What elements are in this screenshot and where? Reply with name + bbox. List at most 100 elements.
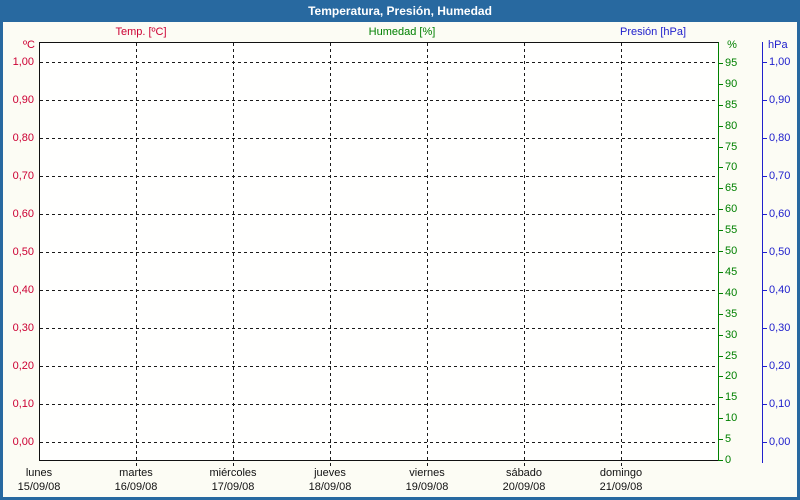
day-label: lunes 15/09/08 — [18, 466, 61, 494]
humidity-tick-label: 45 — [725, 265, 738, 278]
humidity-tick-label: 75 — [725, 140, 738, 153]
humidity-tick-mark — [718, 418, 723, 420]
day-date: 20/09/08 — [502, 481, 546, 493]
horizontal-gridline — [40, 138, 718, 139]
pressure-tick-mark — [762, 176, 767, 177]
title-bar: Temperatura, Presión, Humedad — [0, 0, 800, 22]
weather-chart-window: Temperatura, Presión, Humedad Temp. [ºC]… — [0, 0, 800, 500]
day-date: 18/09/08 — [308, 481, 352, 493]
legend-humidity-label: Humedad [%] — [368, 26, 436, 38]
humidity-tick-label: 0 — [725, 454, 732, 466]
temp-tick-label: 0,80 — [12, 132, 34, 144]
day-label: martes 16/09/08 — [115, 466, 158, 494]
humidity-tick-label: 10 — [725, 412, 738, 425]
pressure-tick-label: 1,00 — [769, 56, 791, 68]
humidity-tick-mark — [718, 313, 723, 315]
temp-tick-label: 0,60 — [12, 208, 34, 220]
humidity-tick-label: 15 — [725, 391, 738, 404]
humidity-tick-mark — [718, 397, 723, 399]
humidity-tick-label: 60 — [725, 203, 738, 216]
humidity-tick-label: 30 — [725, 328, 738, 341]
day-label: jueves 18/09/08 — [309, 466, 352, 494]
humidity-tick-label: 95 — [725, 56, 738, 69]
page-title: Temperatura, Presión, Humedad — [308, 4, 492, 18]
humidity-tick-mark — [718, 460, 723, 461]
humidity-tick-label: 85 — [725, 98, 738, 111]
pressure-tick-label: 0,20 — [769, 360, 791, 372]
pressure-axis-unit: hPa — [768, 39, 788, 51]
day-name: domingo — [599, 467, 643, 479]
humidity-tick-mark — [718, 251, 723, 252]
humidity-tick-mark — [718, 62, 723, 64]
vertical-gridline — [330, 43, 331, 466]
humidity-tick-mark — [718, 439, 723, 441]
humidity-tick-mark — [718, 209, 723, 211]
humidity-tick-label: 80 — [725, 119, 738, 132]
humidity-tick-label: 55 — [725, 224, 738, 237]
horizontal-gridline — [40, 328, 718, 329]
pressure-tick-mark — [762, 62, 767, 63]
humidity-tick-mark — [718, 104, 723, 106]
temp-tick-label: 0,10 — [12, 398, 34, 410]
day-name: sábado — [505, 467, 543, 479]
pressure-tick-mark — [762, 138, 767, 139]
legend-pressure-label: Presión [hPa] — [619, 26, 687, 38]
day-date: 16/09/08 — [114, 481, 158, 493]
pressure-tick-label: 0,10 — [769, 398, 791, 410]
pressure-tick-mark — [762, 252, 767, 253]
day-label: miércoles 17/09/08 — [209, 466, 256, 494]
day-name: martes — [119, 467, 153, 479]
pressure-tick-mark — [762, 290, 767, 291]
day-label: viernes 19/09/08 — [406, 466, 449, 494]
temp-tick-label: 0,00 — [12, 436, 34, 448]
day-date: 19/09/08 — [405, 481, 449, 493]
humidity-tick-label: 5 — [725, 433, 732, 446]
pressure-tick-label: 0,40 — [769, 284, 791, 296]
humidity-tick-mark — [718, 334, 723, 336]
vertical-gridline — [621, 43, 622, 466]
pressure-tick-mark — [762, 442, 767, 443]
day-name: jueves — [314, 467, 346, 479]
vertical-gridline — [524, 43, 525, 466]
humidity-tick-mark — [718, 188, 723, 190]
temp-tick-label: 0,70 — [12, 170, 34, 182]
horizontal-gridline — [40, 176, 718, 177]
vertical-gridline — [136, 43, 137, 466]
pressure-tick-label: 0,60 — [769, 208, 791, 220]
horizontal-gridline — [40, 252, 718, 253]
horizontal-gridline — [40, 366, 718, 367]
humidity-tick-mark — [718, 376, 723, 378]
humidity-tick-mark — [718, 125, 723, 127]
humidity-tick-label: 40 — [725, 286, 738, 299]
humidity-tick-label: 65 — [725, 182, 738, 195]
pressure-tick-mark — [762, 100, 767, 101]
humidity-tick-mark — [718, 292, 723, 294]
horizontal-gridline — [40, 100, 718, 101]
humidity-tick-label: 90 — [725, 77, 738, 90]
temp-tick-label: 0,30 — [12, 322, 34, 334]
day-label: sábado 20/09/08 — [503, 466, 546, 494]
humidity-axis-unit: % — [727, 39, 737, 51]
humidity-tick-mark — [718, 355, 723, 357]
day-date: 15/09/08 — [17, 481, 61, 493]
day-name: lunes — [25, 467, 53, 479]
temp-axis-unit: ºC — [23, 39, 35, 51]
horizontal-gridline — [40, 62, 718, 63]
pressure-tick-label: 0,30 — [769, 322, 791, 334]
pressure-tick-label: 0,50 — [769, 246, 791, 258]
temp-tick-label: 0,40 — [12, 284, 34, 296]
day-date: 17/09/08 — [211, 481, 255, 493]
pressure-tick-mark — [762, 404, 767, 405]
day-name: miércoles — [209, 467, 257, 479]
pressure-tick-mark — [762, 328, 767, 329]
day-name: viernes — [409, 467, 445, 479]
pressure-tick-label: 0,80 — [769, 132, 791, 144]
day-date: 21/09/08 — [599, 481, 643, 493]
humidity-tick-mark — [718, 146, 723, 148]
pressure-tick-label: 0,70 — [769, 170, 791, 182]
pressure-tick-label: 0,90 — [769, 94, 791, 106]
humidity-tick-label: 35 — [725, 307, 738, 320]
humidity-tick-label: 50 — [725, 245, 738, 257]
horizontal-gridline — [40, 214, 718, 215]
horizontal-gridline — [40, 442, 718, 443]
